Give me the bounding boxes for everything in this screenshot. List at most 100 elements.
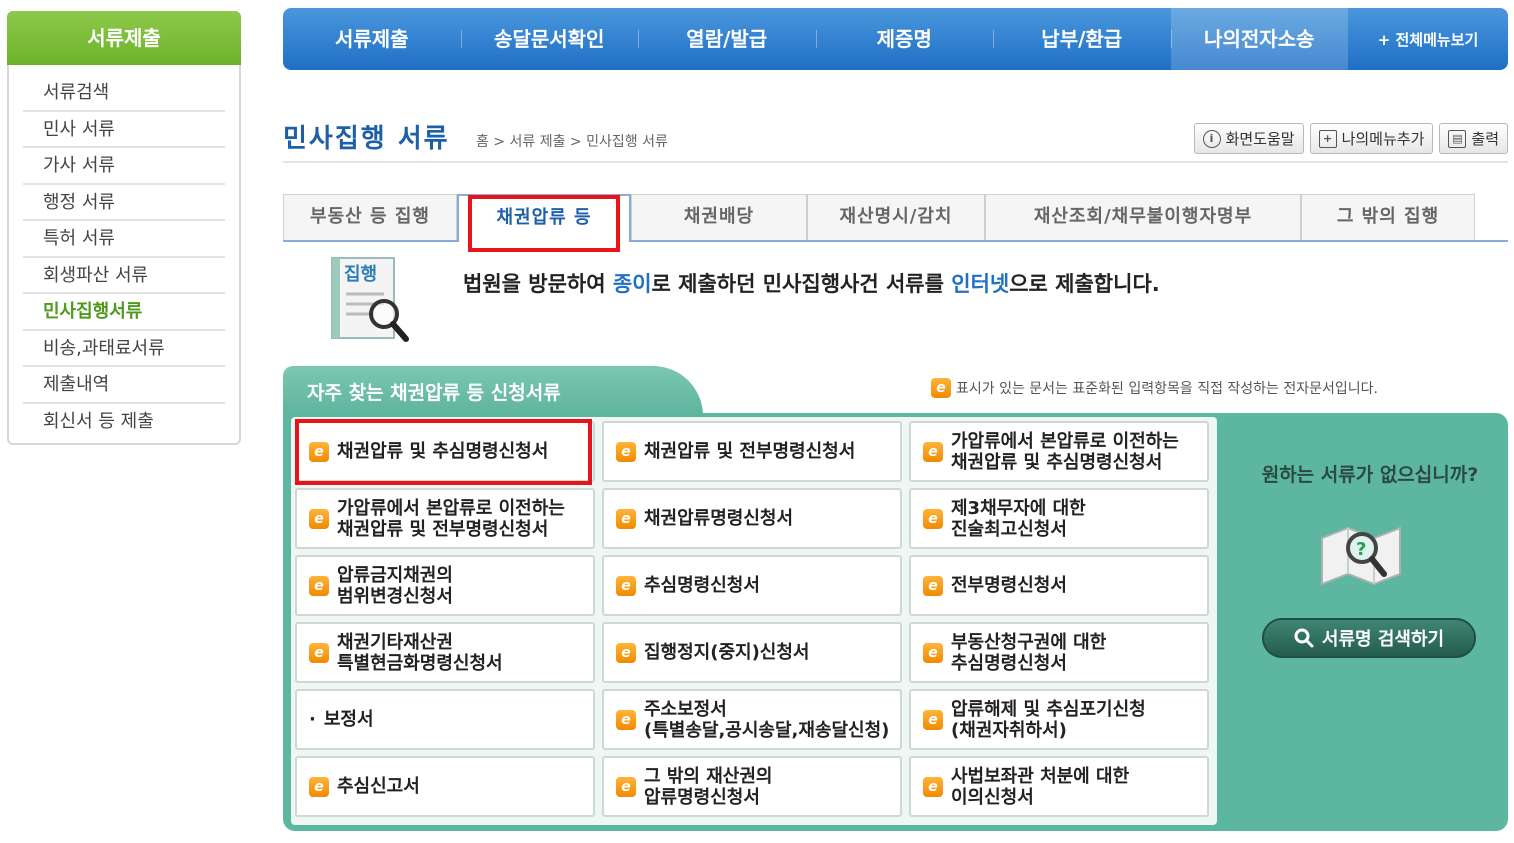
sidebar-item-submission-history[interactable]: 제출내역: [23, 367, 225, 404]
tab-real-estate[interactable]: 부동산 등 집행: [283, 194, 457, 240]
nav-item-payment-refund[interactable]: 납부/환급: [993, 8, 1171, 70]
nav-item-certificates[interactable]: 제증명: [815, 8, 994, 70]
add-menu-button-label: 나의메뉴추가: [1341, 130, 1425, 148]
e-document-icon: e: [309, 642, 329, 663]
document-item-label: 채권기타재산권 특별현금화명령신청서: [337, 631, 503, 674]
info-icon: i: [1202, 129, 1221, 148]
nav-item-view-issue[interactable]: 열람/발급: [638, 8, 816, 70]
nav-item-my-e-litigation[interactable]: 나의전자소송: [1170, 8, 1348, 70]
sidebar-item-family[interactable]: 가사 서류: [23, 148, 225, 185]
document-item-10[interactable]: e 집행정지(중지)신청서: [602, 622, 902, 683]
map-search-icon: ?: [1321, 526, 1401, 586]
add-menu-button[interactable]: + 나의메뉴추가: [1309, 123, 1434, 154]
help-button[interactable]: i 화면도움말: [1193, 123, 1304, 154]
e-document-icon: e: [616, 441, 636, 462]
document-item-label: 부동산청구권에 대한 추심명령신청서: [951, 631, 1107, 674]
document-item-13[interactable]: e 주소보정서 (특별송달,공시송달,재송달신청): [602, 689, 902, 750]
e-document-icon: e: [309, 508, 329, 529]
tab-other-execution[interactable]: 그 밖의 집행: [1301, 194, 1475, 240]
document-item-label: 압류금지채권의 범위변경신청서: [337, 564, 453, 607]
tab-bond-seizure[interactable]: 채권압류 등: [457, 194, 631, 242]
e-document-icon: e: [923, 508, 943, 529]
top-navigation: 서류제출 송달문서확인 열람/발급 제증명 납부/환급 나의전자소송 + 전체메…: [283, 8, 1508, 70]
e-document-icon: e: [309, 441, 329, 462]
nav-item-service-check[interactable]: 송달문서확인: [460, 8, 639, 70]
sidebar-item-document-search[interactable]: 서류검색: [23, 75, 225, 112]
document-item-8[interactable]: e 전부명령신청서: [909, 555, 1209, 616]
sidebar: 서류제출 서류검색 민사 서류 가사 서류 행정 서류 특허 서류 회생파산 서…: [7, 11, 241, 445]
sidebar-item-rehabilitation[interactable]: 회생파산 서류: [23, 258, 225, 294]
e-document-icon: e: [616, 776, 636, 797]
print-button[interactable]: ▤ 출력: [1439, 123, 1508, 154]
document-item-12[interactable]: · 보정서: [295, 689, 595, 750]
tab-property-disclosure[interactable]: 재산명시/감치: [807, 194, 985, 240]
intro-icon-label: 집행: [344, 264, 377, 285]
document-item-7[interactable]: e 추심명령신청서: [602, 555, 902, 616]
intro-text-c: 으로 제출합니다.: [1009, 272, 1160, 296]
nav-item-document-submission[interactable]: 서류제출: [283, 8, 461, 70]
e-document-icon: e: [923, 642, 943, 663]
document-item-15[interactable]: e 추심신고서: [295, 756, 595, 817]
breadcrumb: 홈 > 서류 제출 > 민사집행 서류: [476, 134, 668, 150]
document-item-label: 채권압류 및 추심명령신청서: [337, 441, 549, 462]
document-grid: e 채권압류 및 추심명령신청서 e 채권압류 및 전부명령신청서 e 가압류에서 본압류…: [291, 417, 1217, 825]
page-tools: i 화면도움말 + 나의메뉴추가 ▤ 출력: [1193, 123, 1508, 154]
document-item-label: 가압류에서 본압류로 이전하는 채권압류 및 전부명령신청서: [337, 497, 565, 540]
section-title: 자주 찾는 채권압류 등 신청서류: [283, 366, 703, 416]
document-item-label: 압류해제 및 추심포기신청 (채권자취하서): [951, 698, 1146, 741]
document-item-label: 추심신고서: [337, 776, 420, 797]
document-item-11[interactable]: e 부동산청구권에 대한 추심명령신청서: [909, 622, 1209, 683]
tab-property-inquiry[interactable]: 재산조회/채무불이행자명부: [985, 194, 1301, 240]
sidebar-item-civil[interactable]: 민사 서류: [23, 112, 225, 148]
e-document-icon: e: [923, 709, 943, 730]
document-item-5[interactable]: e 제3채무자에 대한 진술최고신청서: [909, 488, 1209, 549]
document-item-label: 채권압류 및 전부명령신청서: [644, 441, 856, 462]
intro-text-b: 로 제출하던 민사집행사건 서류를: [651, 272, 952, 296]
document-item-label: 채권압류명령신청서: [644, 508, 794, 529]
bullet-icon: ·: [309, 709, 316, 730]
sidebar-title: 서류제출: [7, 11, 241, 65]
document-item-label: 전부명령신청서: [951, 575, 1067, 596]
document-item-17[interactable]: e 사법보좌관 처분에 대한 이의신청서: [909, 756, 1209, 817]
page-title: 민사집행 서류: [283, 124, 450, 154]
execution-document-icon: 집행: [331, 257, 409, 342]
document-item-1[interactable]: e 채권압류 및 전부명령신청서: [602, 421, 902, 482]
all-menu-button[interactable]: + 전체메뉴보기: [1348, 29, 1508, 50]
document-item-label: 주소보정서 (특별송달,공시송달,재송달신청): [644, 698, 890, 741]
sidebar-menu: 서류검색 민사 서류 가사 서류 행정 서류 특허 서류 회생파산 서류 민사집…: [9, 65, 239, 440]
search-document-button[interactable]: 서류명 검색하기: [1262, 618, 1476, 658]
execution-tabs: 부동산 등 집행 채권압류 등 채권배당 재산명시/감치 재산조회/채무불이행자…: [283, 194, 1508, 242]
sidebar-item-patent[interactable]: 특허 서류: [23, 221, 225, 258]
search-document-button-label: 서류명 검색하기: [1321, 629, 1445, 650]
document-item-0[interactable]: e 채권압류 및 추심명령신청서: [295, 421, 595, 482]
svg-text:?: ?: [1356, 539, 1366, 560]
document-item-2[interactable]: e 가압류에서 본압류로 이전하는 채권압류 및 추심명령신청서: [909, 421, 1209, 482]
help-button-label: 화면도움말: [1225, 130, 1295, 148]
document-item-6[interactable]: e 압류금지채권의 범위변경신청서: [295, 555, 595, 616]
print-button-label: 출력: [1471, 130, 1499, 148]
sidebar-item-civil-execution[interactable]: 민사집행서류: [23, 294, 225, 331]
e-document-icon: e: [931, 378, 951, 398]
section-note: e 표시가 있는 문서는 표준화된 입력항목을 직접 작성하는 전자문서입니다.: [931, 378, 1378, 398]
intro-text: 법원을 방문하여 종이로 제출하던 민사집행사건 서류를 인터넷으로 제출합니다…: [463, 268, 1160, 298]
e-document-icon: e: [616, 642, 636, 663]
document-item-label: 집행정지(중지)신청서: [644, 642, 810, 663]
document-item-4[interactable]: e 채권압류명령신청서: [602, 488, 902, 549]
e-document-icon: e: [616, 709, 636, 730]
document-item-label: 추심명령신청서: [644, 575, 760, 596]
missing-document-question: 원하는 서류가 없으십니까?: [1261, 464, 1479, 486]
sidebar-item-reply-submission[interactable]: 회신서 등 제출: [23, 404, 225, 441]
tab-bond-distribution[interactable]: 채권배당: [631, 194, 807, 240]
sidebar-item-administrative[interactable]: 행정 서류: [23, 185, 225, 221]
document-item-9[interactable]: e 채권기타재산권 특별현금화명령신청서: [295, 622, 595, 683]
sidebar-item-non-contentious[interactable]: 비송,과태료서류: [23, 331, 225, 367]
document-item-16[interactable]: e 그 밖의 재산권의 압류명령신청서: [602, 756, 902, 817]
document-item-3[interactable]: e 가압류에서 본압류로 이전하는 채권압류 및 전부명령신청서: [295, 488, 595, 549]
document-item-label: 그 밖의 재산권의 압류명령신청서: [644, 765, 773, 808]
document-item-14[interactable]: e 압류해제 및 추심포기신청 (채권자취하서): [909, 689, 1209, 750]
e-document-icon: e: [616, 508, 636, 529]
section-note-text: 표시가 있는 문서는 표준화된 입력항목을 직접 작성하는 전자문서입니다.: [956, 381, 1378, 397]
document-item-label: 제3채무자에 대한 진술최고신청서: [951, 497, 1086, 540]
bookmark-add-icon: +: [1318, 129, 1337, 148]
intro-highlight-internet: 인터넷: [951, 272, 1010, 296]
